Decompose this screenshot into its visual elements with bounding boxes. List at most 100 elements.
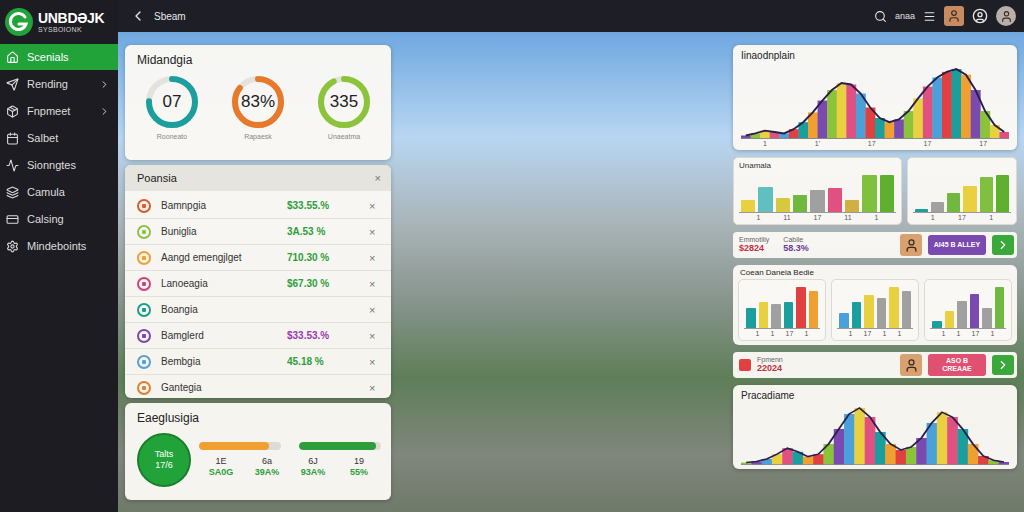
next-button[interactable] bbox=[992, 235, 1014, 255]
chart-bar bbox=[852, 302, 862, 328]
close-button[interactable]: × bbox=[375, 172, 381, 184]
logo-icon bbox=[4, 7, 34, 37]
sidebar-item[interactable]: Scenials bbox=[0, 44, 118, 70]
sidebar-nav: ScenialsRendingFnpmeetSalbetSionngtesCam… bbox=[0, 44, 118, 259]
list-row[interactable]: Buniglia3A.53 %× bbox=[125, 219, 391, 245]
top-label[interactable]: anaa bbox=[895, 11, 915, 21]
chart-stripe bbox=[896, 450, 907, 465]
row-icon bbox=[137, 329, 151, 343]
chart-bar bbox=[932, 321, 942, 328]
chart-title: Pracadiame bbox=[733, 385, 1017, 403]
list-header: Poansia× bbox=[125, 165, 391, 191]
list-row[interactable]: Boangia× bbox=[125, 297, 391, 323]
wave-chart-card: Pracadiame bbox=[733, 385, 1017, 469]
action-button[interactable]: ASO B CREAAE bbox=[928, 354, 986, 375]
gauge-value: 335 bbox=[330, 92, 358, 112]
list-row[interactable]: Bamglerd$33.53.%× bbox=[125, 323, 391, 349]
avatar-icon[interactable] bbox=[944, 6, 964, 26]
nav-icon bbox=[6, 159, 19, 172]
list-row[interactable]: Gantegia× bbox=[125, 375, 391, 398]
chart-tick: 1 bbox=[942, 330, 946, 337]
logo[interactable]: UNBDƏJKSYSBOIONK bbox=[0, 0, 118, 42]
chart-stripe bbox=[961, 75, 971, 139]
sidebar-item[interactable]: Salbet bbox=[0, 125, 118, 151]
gauge-value: 83% bbox=[241, 92, 275, 112]
chart-bar bbox=[845, 200, 859, 212]
chart-stripe bbox=[952, 69, 962, 139]
progress-bar bbox=[199, 442, 281, 450]
remove-button[interactable]: × bbox=[369, 304, 381, 316]
profile-icon[interactable] bbox=[972, 8, 988, 24]
chart-bar bbox=[982, 308, 992, 328]
remove-button[interactable]: × bbox=[369, 252, 381, 264]
list-row[interactable]: Lanoeagia$67.30 %× bbox=[125, 271, 391, 297]
remove-button[interactable]: × bbox=[369, 330, 381, 342]
chart-tick: 1 bbox=[849, 330, 853, 337]
chart-tick: 17 bbox=[864, 330, 872, 337]
gauge: 07Rooneato bbox=[143, 73, 201, 140]
remove-button[interactable]: × bbox=[369, 200, 381, 212]
gauge: 335 Unaeatma bbox=[315, 73, 373, 140]
chart-tick: 1 bbox=[756, 330, 760, 337]
chart-tick: 1 bbox=[804, 330, 808, 337]
chart-bar bbox=[902, 291, 912, 328]
chart-line bbox=[746, 69, 1004, 135]
remove-button[interactable]: × bbox=[369, 382, 381, 394]
top-bar: Sbeamanaa bbox=[118, 0, 1024, 32]
chart-line bbox=[746, 408, 1004, 463]
back-icon[interactable] bbox=[130, 8, 146, 24]
row-icon bbox=[137, 303, 151, 317]
chart-bar bbox=[828, 188, 842, 212]
strip-value: 22024 bbox=[757, 364, 783, 374]
chart-ticks: 1171 bbox=[913, 213, 1011, 224]
chart-stripe bbox=[999, 132, 1009, 139]
list-row[interactable]: Aangd emengjlget710.30 %× bbox=[125, 245, 391, 271]
chart-bar bbox=[864, 295, 874, 328]
progress-bar bbox=[299, 442, 381, 450]
chart-stripe bbox=[818, 101, 828, 139]
row-icon bbox=[137, 381, 151, 395]
row-value: 3A.53 % bbox=[287, 226, 365, 237]
remove-button[interactable]: × bbox=[369, 356, 381, 368]
bar-chart-card: 1171 bbox=[907, 157, 1017, 225]
sidebar-item[interactable]: Sionngtes bbox=[0, 152, 118, 178]
strip-label: Cabile bbox=[783, 236, 809, 244]
chart-tick: 17 bbox=[924, 140, 932, 147]
chart-tick: 1 bbox=[763, 140, 767, 147]
chart-bar bbox=[758, 187, 772, 212]
chart-bar bbox=[996, 175, 1009, 212]
chart-stripe bbox=[968, 444, 979, 465]
area-chart bbox=[741, 63, 1009, 139]
list-row[interactable]: Bamnpgia$33.55.%× bbox=[125, 193, 391, 219]
sidebar-item[interactable]: Fnpmeet bbox=[0, 98, 118, 124]
chart-ticks: 11117111 bbox=[739, 213, 896, 224]
sidebar: UNBDƏJKSYSBOIONKScenialsRendingFnpmeetSa… bbox=[0, 0, 118, 512]
chart-bar bbox=[771, 304, 781, 328]
menu-icon[interactable] bbox=[923, 10, 936, 23]
chart-stripe bbox=[906, 447, 917, 465]
row-icon bbox=[137, 225, 151, 239]
strip-stat: Emmotiliy$2824 bbox=[739, 236, 769, 254]
sidebar-item[interactable]: Mindeboints bbox=[0, 233, 118, 259]
chart-bar bbox=[776, 198, 790, 212]
sidebar-item[interactable]: Camula bbox=[0, 179, 118, 205]
person-icon bbox=[904, 358, 919, 373]
gauge-caption: Unaeatma bbox=[328, 133, 360, 140]
avatar-icon[interactable] bbox=[996, 6, 1016, 26]
list-row[interactable]: Bembgia45.18 %× bbox=[125, 349, 391, 375]
chart-tick: 17 bbox=[786, 330, 794, 337]
chart-title: Iinaodnplain bbox=[733, 45, 1017, 63]
chart-bar bbox=[839, 313, 849, 328]
next-button[interactable] bbox=[992, 355, 1014, 375]
sidebar-item[interactable]: Calsing bbox=[0, 206, 118, 232]
action-button[interactable]: AI45 B ALLEY bbox=[928, 235, 986, 255]
bar-chart bbox=[930, 283, 1006, 329]
chart-bar bbox=[945, 311, 955, 328]
remove-button[interactable]: × bbox=[369, 278, 381, 290]
search-icon[interactable] bbox=[874, 10, 887, 23]
remove-button[interactable]: × bbox=[369, 226, 381, 238]
chevron-right-icon bbox=[996, 358, 1010, 372]
sidebar-item[interactable]: Rending bbox=[0, 71, 118, 97]
row-value: $33.55.% bbox=[287, 200, 365, 211]
card-title: Midandgia bbox=[125, 45, 391, 71]
